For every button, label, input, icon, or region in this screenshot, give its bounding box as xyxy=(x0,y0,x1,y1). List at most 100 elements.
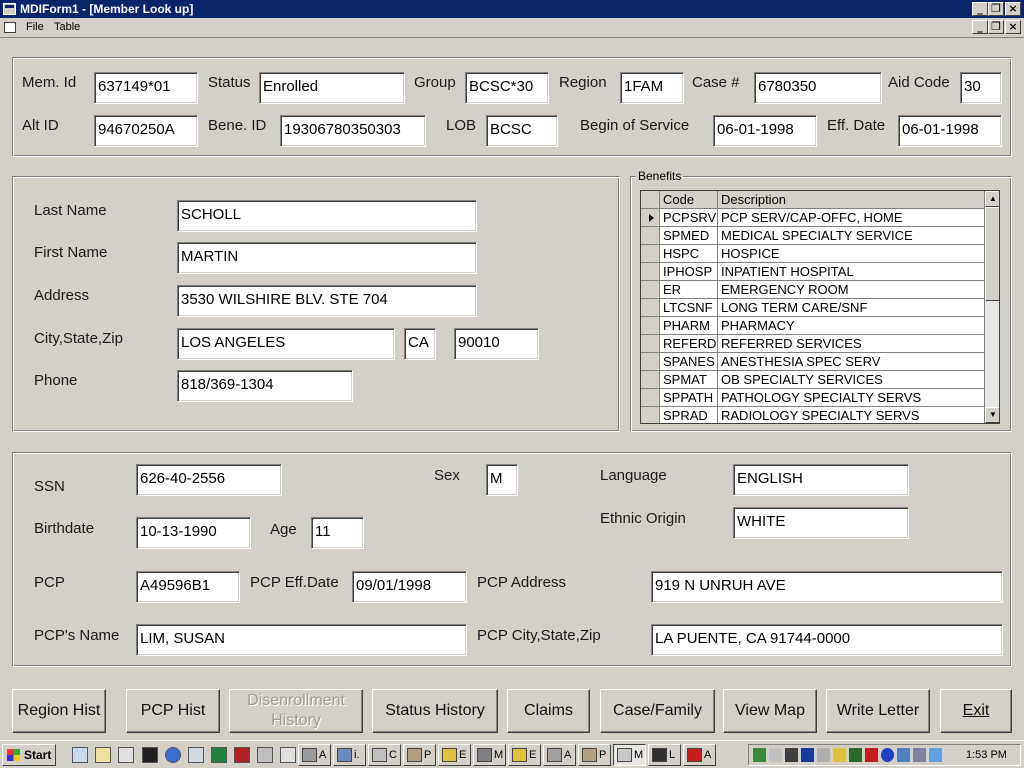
region-field[interactable]: 1FAM xyxy=(620,72,684,104)
alert-icon[interactable] xyxy=(865,748,878,762)
cell-description[interactable]: LONG TERM CARE/SNF xyxy=(718,299,985,317)
close-icon[interactable]: × xyxy=(1005,2,1021,16)
benefits-grid[interactable]: Code Description PCPSRV PCP SERV/CAP-OFFC… xyxy=(640,190,1000,424)
cell-description[interactable]: PHARMACY xyxy=(718,317,985,335)
table-row[interactable]: SPPATH PATHOLOGY SPECIALTY SERVS xyxy=(641,389,985,407)
folder-icon[interactable] xyxy=(833,748,846,762)
cell-description[interactable]: HOSPICE xyxy=(718,245,985,263)
column-header-description[interactable]: Description xyxy=(718,191,985,209)
cell-description[interactable]: PATHOLOGY SPECIALTY SERVS xyxy=(718,389,985,407)
lob-field[interactable]: BCSC xyxy=(486,115,558,147)
group-field[interactable]: BCSC*30 xyxy=(465,72,549,104)
taskbar-task-button[interactable]: L xyxy=(648,744,681,766)
taskbar-task-button[interactable]: i. xyxy=(333,744,366,766)
pcp-hist-button[interactable]: PCP Hist xyxy=(126,689,220,733)
table-row[interactable]: REFERD REFERRED SERVICES xyxy=(641,335,985,353)
age-field[interactable]: 11 xyxy=(311,517,364,549)
exit-button[interactable]: Exit xyxy=(940,689,1012,733)
cell-code[interactable]: SPMED xyxy=(660,227,718,245)
row-selector[interactable] xyxy=(641,317,660,335)
child-close-icon[interactable]: × xyxy=(1005,20,1021,34)
scroll-down-icon[interactable]: ▼ xyxy=(985,407,999,423)
claims-button[interactable]: Claims xyxy=(507,689,590,733)
child-minimize-icon[interactable]: _ xyxy=(972,20,988,34)
cell-code[interactable]: LTCSNF xyxy=(660,299,718,317)
internet-explorer-icon[interactable] xyxy=(165,747,181,763)
cell-code[interactable]: REFERD xyxy=(660,335,718,353)
state-field[interactable]: CA xyxy=(404,328,436,360)
network-tray-icon[interactable] xyxy=(897,748,910,762)
row-selector[interactable] xyxy=(641,353,660,371)
table-row[interactable]: SPRAD RADIOLOGY SPECIALTY SERVS xyxy=(641,407,985,423)
cell-description[interactable]: ANESTHESIA SPEC SERV xyxy=(718,353,985,371)
write-letter-button[interactable]: Write Letter xyxy=(826,689,930,733)
app-icon[interactable] xyxy=(3,3,16,15)
start-button[interactable]: Start xyxy=(2,744,56,766)
address-field[interactable]: 3530 WILSHIRE BLV. STE 704 xyxy=(177,285,477,317)
cell-code[interactable]: SPMAT xyxy=(660,371,718,389)
scroll-up-icon[interactable]: ▲ xyxy=(985,191,999,207)
taskbar-task-button[interactable]: P xyxy=(578,744,611,766)
taskbar-task-button[interactable]: A xyxy=(683,744,716,766)
taskbar-task-button[interactable]: E xyxy=(438,744,471,766)
mem-id-field[interactable]: 637149*01 xyxy=(94,72,198,104)
table-row[interactable]: SPMAT OB SPECIALTY SERVICES xyxy=(641,371,985,389)
clock[interactable]: 1:53 PM xyxy=(966,749,1007,761)
sex-field[interactable]: M xyxy=(486,464,518,496)
language-en-icon[interactable] xyxy=(801,748,814,762)
ssn-field[interactable]: 626-40-2556 xyxy=(136,464,282,496)
table-row[interactable]: ER EMERGENCY ROOM xyxy=(641,281,985,299)
ethnic-origin-field[interactable]: WHITE xyxy=(733,507,909,539)
cell-description[interactable]: INPATIENT HOSPITAL xyxy=(718,263,985,281)
monitor-icon[interactable] xyxy=(817,748,830,762)
cell-description[interactable]: RADIOLOGY SPECIALTY SERVS xyxy=(718,407,985,423)
eye-icon[interactable] xyxy=(881,748,894,762)
status-history-button[interactable]: Status History xyxy=(372,689,498,733)
cell-code[interactable]: PCPSRV xyxy=(660,209,718,227)
child-window-icon[interactable] xyxy=(4,22,16,33)
search-icon[interactable] xyxy=(118,747,134,763)
row-selector[interactable] xyxy=(641,389,660,407)
table-row[interactable]: HSPC HOSPICE xyxy=(641,245,985,263)
pcp-eff-date-field[interactable]: 09/01/1998 xyxy=(352,571,467,603)
cell-code[interactable]: SPPATH xyxy=(660,389,718,407)
row-selector[interactable] xyxy=(641,263,660,281)
alt-id-field[interactable]: 94670250A xyxy=(94,115,198,147)
row-selector[interactable] xyxy=(641,407,660,423)
case-family-button[interactable]: Case/Family xyxy=(600,689,715,733)
last-name-field[interactable]: SCHOLL xyxy=(177,200,477,232)
row-selector[interactable] xyxy=(641,335,660,353)
row-selector[interactable] xyxy=(641,209,660,227)
tools-icon[interactable] xyxy=(234,747,250,763)
cell-description[interactable]: REFERRED SERVICES xyxy=(718,335,985,353)
cell-code[interactable]: ER xyxy=(660,281,718,299)
app-launcher-icon[interactable] xyxy=(211,747,227,763)
table-row[interactable]: PCPSRV PCP SERV/CAP-OFFC, HOME xyxy=(641,209,985,227)
network-icon[interactable] xyxy=(188,747,204,763)
cell-code[interactable]: IPHOSP xyxy=(660,263,718,281)
cell-description[interactable]: EMERGENCY ROOM xyxy=(718,281,985,299)
first-name-field[interactable]: MARTIN xyxy=(177,242,477,274)
pcp-address-field[interactable]: 919 N UNRUH AVE xyxy=(651,571,1003,603)
media-icon[interactable] xyxy=(257,747,273,763)
cell-description[interactable]: PCP SERV/CAP-OFFC, HOME xyxy=(718,209,985,227)
cell-code[interactable]: SPRAD xyxy=(660,407,718,423)
pcp-city-field[interactable]: LA PUENTE, CA 91744-0000 xyxy=(651,624,1003,656)
taskbar-task-button[interactable]: E xyxy=(508,744,541,766)
table-row[interactable]: PHARM PHARMACY xyxy=(641,317,985,335)
phone-field[interactable]: 818/369-1304 xyxy=(177,370,353,402)
minimize-icon[interactable]: _ xyxy=(972,2,988,16)
city-field[interactable]: LOS ANGELES xyxy=(177,328,395,360)
birthdate-field[interactable]: 10-13-1990 xyxy=(136,517,251,549)
begin-service-field[interactable]: 06-01-1998 xyxy=(713,115,817,147)
row-selector[interactable] xyxy=(641,299,660,317)
table-row[interactable]: SPANES ANESTHESIA SPEC SERV xyxy=(641,353,985,371)
aid-code-field[interactable]: 30 xyxy=(960,72,1002,104)
cell-description[interactable]: MEDICAL SPECIALTY SERVICE xyxy=(718,227,985,245)
table-row[interactable]: SPMED MEDICAL SPECIALTY SERVICE xyxy=(641,227,985,245)
table-row[interactable]: LTCSNF LONG TERM CARE/SNF xyxy=(641,299,985,317)
utility-icon[interactable] xyxy=(280,747,296,763)
show-desktop-icon[interactable] xyxy=(72,747,88,763)
taskbar-task-button[interactable]: A xyxy=(298,744,331,766)
scroll-thumb[interactable] xyxy=(985,207,999,301)
